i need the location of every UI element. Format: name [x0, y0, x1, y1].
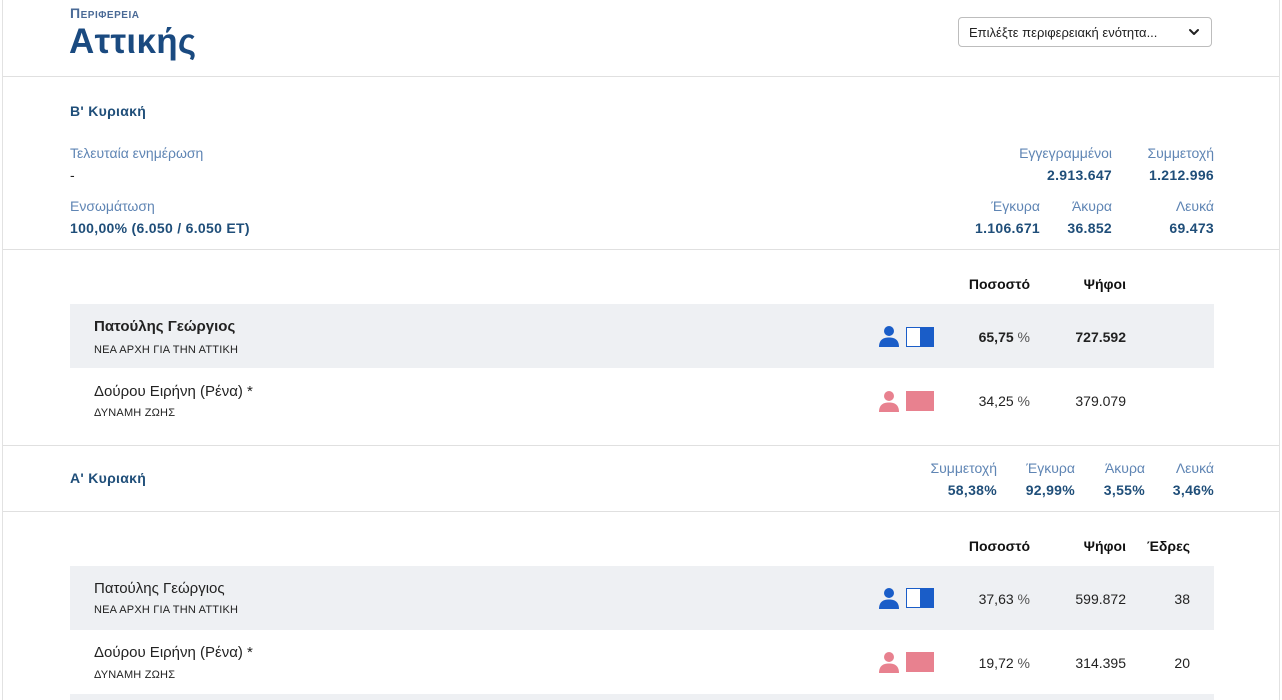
- divider: [3, 249, 1279, 250]
- valid-value: 92,99%: [1025, 482, 1075, 498]
- round-b-title: Β' Κυριακή: [70, 103, 147, 119]
- party-color-flag-icon: [906, 588, 934, 608]
- invalid-value: 3,55%: [1103, 482, 1145, 498]
- party-color-flag-icon: [906, 327, 934, 347]
- turnout-label: Συμμετοχή: [1147, 145, 1214, 161]
- valid-value: 1.106.671: [975, 220, 1040, 236]
- col-header-votes: Ψήφοι: [1083, 276, 1126, 292]
- select-placeholder: Επιλέξτε περιφερειακή ενότητα...: [969, 24, 1158, 40]
- col-header-percent: Ποσοστό: [968, 538, 1030, 554]
- candidate-seats: 20: [1174, 655, 1190, 671]
- person-icon: [879, 652, 899, 673]
- valid-label: Έγκυρα: [991, 198, 1040, 214]
- candidate-party: ΝΕΑ ΑΡΧΗ ΓΙΑ ΤΗΝ ΑΤΤΙΚΗ: [94, 604, 239, 616]
- person-icon: [879, 588, 899, 609]
- candidate-name: Πατούλης Γεώργιος: [94, 580, 225, 597]
- regional-unit-select[interactable]: Επιλέξτε περιφερειακή ενότητα...: [958, 17, 1212, 47]
- candidate-party: ΔΥΝΑΜΗ ΖΩΗΣ: [94, 407, 176, 419]
- candidate-votes: 314.395: [1075, 655, 1126, 671]
- turnout-label: Συμμετοχή: [930, 460, 997, 476]
- candidate-row: Δούρου Ειρήνη (Ρένα) * ΔΥΝΑΜΗ ΖΩΗΣ 34,25…: [70, 369, 1214, 433]
- blank-label: Λευκά: [1175, 198, 1214, 214]
- integration-label: Ενσωμάτωση: [70, 198, 155, 214]
- registered-value: 2.913.647: [1047, 167, 1112, 183]
- candidate-percent: 37,63 %: [978, 591, 1030, 607]
- candidate-name: Δούρου Ειρήνη (Ρένα) *: [94, 383, 253, 400]
- candidate-row: [70, 694, 1214, 700]
- region-title: Αττικής: [69, 22, 197, 61]
- candidate-party: ΔΥΝΑΜΗ ΖΩΗΣ: [94, 669, 176, 681]
- last-update-value: -: [70, 167, 75, 183]
- last-update-label: Τελευταία ενημέρωση: [70, 145, 204, 161]
- turnout-value: 1.212.996: [1149, 167, 1214, 183]
- col-header-seats: Έδρες: [1146, 538, 1190, 554]
- col-header-percent: Ποσοστό: [968, 276, 1030, 292]
- party-color-flag-icon: [906, 391, 934, 411]
- candidate-row: Πατούλης Γεώργιος ΝΕΑ ΑΡΧΗ ΓΙΑ ΤΗΝ ΑΤΤΙΚ…: [70, 566, 1214, 630]
- invalid-label: Άκυρα: [1071, 198, 1112, 214]
- invalid-label: Άκυρα: [1104, 460, 1145, 476]
- region-label: Περιφερεια: [70, 5, 140, 21]
- turnout-value: 58,38%: [947, 482, 997, 498]
- person-icon: [879, 326, 899, 347]
- divider: [3, 76, 1279, 77]
- candidate-party: ΝΕΑ ΑΡΧΗ ΓΙΑ ΤΗΝ ΑΤΤΙΚΗ: [94, 344, 239, 356]
- candidate-percent: 19,72 %: [978, 655, 1030, 671]
- person-icon: [879, 391, 899, 412]
- candidate-name: Πατούλης Γεώργιος: [94, 318, 236, 335]
- candidate-votes: 379.079: [1075, 393, 1126, 409]
- candidate-votes: 599.872: [1075, 591, 1126, 607]
- divider: [3, 445, 1279, 446]
- candidate-seats: 38: [1174, 591, 1190, 607]
- registered-label: Εγγεγραμμένοι: [1019, 145, 1112, 161]
- blank-label: Λευκά: [1175, 460, 1214, 476]
- candidate-votes: 727.592: [1075, 329, 1126, 345]
- candidate-percent: 65,75 %: [978, 329, 1030, 345]
- integration-value: 100,00% (6.050 / 6.050 ΕΤ): [70, 220, 250, 236]
- candidate-name: Δούρου Ειρήνη (Ρένα) *: [94, 644, 253, 661]
- candidate-row: Δούρου Ειρήνη (Ρένα) * ΔΥΝΑΜΗ ΖΩΗΣ 19,72…: [70, 630, 1214, 694]
- col-header-votes: Ψήφοι: [1083, 538, 1126, 554]
- candidate-percent: 34,25 %: [978, 393, 1030, 409]
- invalid-value: 36.852: [1067, 220, 1112, 236]
- chevron-down-icon: [1189, 29, 1199, 35]
- candidate-row: Πατούλης Γεώργιος ΝΕΑ ΑΡΧΗ ΓΙΑ ΤΗΝ ΑΤΤΙΚ…: [70, 304, 1214, 368]
- round-a-title: Α' Κυριακή: [70, 470, 147, 486]
- party-color-flag-icon: [906, 652, 934, 672]
- blank-value: 3,46%: [1172, 482, 1214, 498]
- divider: [3, 511, 1279, 512]
- valid-label: Έγκυρα: [1026, 460, 1075, 476]
- blank-value: 69.473: [1169, 220, 1214, 236]
